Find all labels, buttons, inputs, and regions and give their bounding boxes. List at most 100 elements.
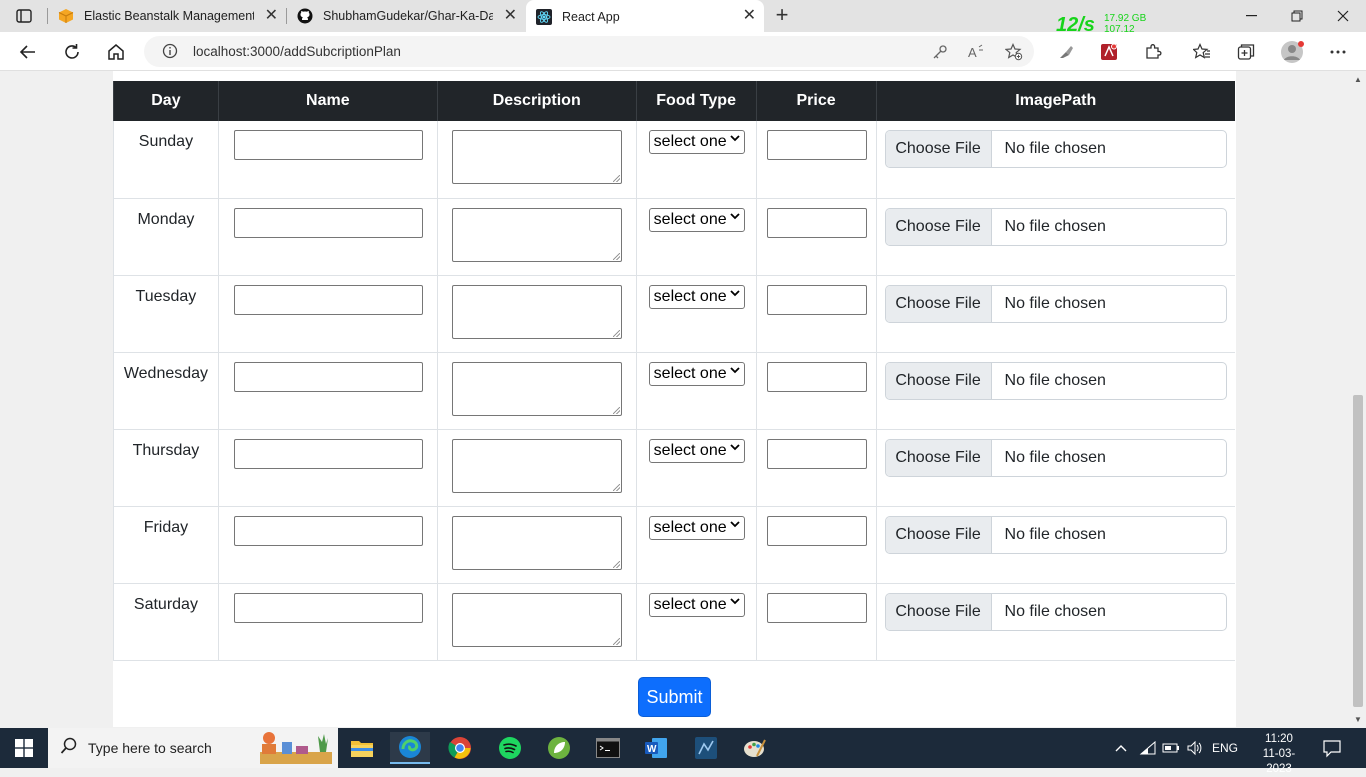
- address-bar[interactable]: localhost:3000/addSubcriptionPlan A: [144, 36, 1034, 67]
- spring-tools-icon[interactable]: [539, 732, 579, 764]
- image-file-input[interactable]: Choose File No file chosen: [884, 592, 1227, 631]
- edge-browser-icon[interactable]: [390, 732, 430, 764]
- volume-icon[interactable]: [1186, 728, 1204, 768]
- price-input[interactable]: [766, 284, 867, 315]
- scroll-up-icon[interactable]: ▲: [1354, 75, 1362, 84]
- word-icon[interactable]: W: [636, 732, 676, 764]
- settings-more-icon[interactable]: [1326, 40, 1350, 64]
- choose-file-button[interactable]: Choose File: [885, 593, 992, 630]
- resize-grip-icon[interactable]: [612, 560, 620, 568]
- resize-grip-icon[interactable]: [612, 329, 620, 337]
- description-textarea[interactable]: [451, 130, 622, 184]
- image-file-input[interactable]: Choose File No file chosen: [884, 207, 1227, 246]
- food-type-select[interactable]: select one: [648, 361, 745, 386]
- favorites-icon[interactable]: [1190, 40, 1214, 64]
- choose-file-button[interactable]: Choose File: [885, 516, 992, 553]
- url-text[interactable]: localhost:3000/addSubcriptionPlan: [193, 44, 401, 59]
- collections-icon[interactable]: [1234, 40, 1258, 64]
- name-input[interactable]: [233, 592, 423, 623]
- close-window-button[interactable]: [1320, 0, 1366, 32]
- spotify-icon[interactable]: [490, 732, 530, 764]
- description-textarea[interactable]: [451, 361, 622, 416]
- description-textarea[interactable]: [451, 284, 622, 339]
- tab-elastic-beanstalk[interactable]: Elastic Beanstalk Management Co ✕: [48, 0, 286, 32]
- close-icon[interactable]: ✕: [743, 8, 756, 24]
- close-icon[interactable]: ✕: [265, 8, 278, 24]
- paint-icon[interactable]: [735, 732, 775, 764]
- description-textarea[interactable]: [451, 515, 622, 570]
- network-icon[interactable]: [1139, 728, 1157, 768]
- profile-avatar[interactable]: [1280, 40, 1304, 64]
- choose-file-button[interactable]: Choose File: [885, 362, 992, 399]
- clock[interactable]: 11:20 11-03-2023: [1254, 732, 1304, 777]
- extension-red-icon[interactable]: [1097, 40, 1121, 64]
- name-input[interactable]: [233, 130, 423, 160]
- language-indicator[interactable]: ENG: [1212, 728, 1238, 768]
- name-input[interactable]: [233, 515, 423, 546]
- price-input[interactable]: [766, 207, 867, 238]
- taskbar-search[interactable]: Type here to search: [48, 728, 338, 768]
- home-button[interactable]: [102, 38, 130, 66]
- show-hidden-icons[interactable]: [1114, 728, 1128, 768]
- submit-button[interactable]: Submit: [638, 677, 711, 717]
- image-file-input[interactable]: Choose File No file chosen: [884, 438, 1227, 477]
- food-type-select[interactable]: select one: [648, 130, 745, 154]
- description-textarea[interactable]: [451, 438, 622, 493]
- favorite-add-icon[interactable]: [1004, 42, 1024, 62]
- choose-file-button[interactable]: Choose File: [885, 285, 992, 322]
- image-file-input[interactable]: Choose File No file chosen: [884, 361, 1227, 400]
- tab-github-repo[interactable]: ShubhamGudekar/Ghar-Ka-Dabb ✕: [287, 0, 525, 32]
- back-button[interactable]: [14, 38, 42, 66]
- refresh-button[interactable]: [58, 38, 86, 66]
- food-type-select[interactable]: select one: [648, 515, 745, 540]
- resize-grip-icon[interactable]: [612, 483, 620, 491]
- choose-file-button[interactable]: Choose File: [885, 208, 992, 245]
- key-icon[interactable]: [930, 42, 950, 62]
- resize-grip-icon[interactable]: [612, 175, 620, 182]
- name-input[interactable]: [233, 438, 423, 469]
- extensions-puzzle-icon[interactable]: [1141, 40, 1165, 64]
- resize-grip-icon[interactable]: [612, 252, 620, 260]
- scroll-down-icon[interactable]: ▼: [1354, 715, 1362, 724]
- image-file-input[interactable]: Choose File No file chosen: [884, 130, 1227, 168]
- extension-brush-icon[interactable]: [1054, 40, 1078, 64]
- close-icon[interactable]: ✕: [504, 8, 517, 24]
- image-file-input[interactable]: Choose File No file chosen: [884, 515, 1227, 554]
- price-input[interactable]: [766, 515, 867, 546]
- choose-file-button[interactable]: Choose File: [885, 131, 992, 167]
- name-input[interactable]: [233, 284, 423, 315]
- choose-file-button[interactable]: Choose File: [885, 439, 992, 476]
- tab-actions-icon[interactable]: [8, 6, 40, 26]
- mysql-workbench-icon[interactable]: [686, 732, 726, 764]
- minimize-button[interactable]: [1228, 0, 1274, 32]
- food-type-select[interactable]: select one: [648, 207, 745, 232]
- tab-react-app[interactable]: React App ✕: [526, 0, 764, 33]
- price-input[interactable]: [766, 361, 867, 392]
- page-scrollbar[interactable]: ▲ ▼: [1350, 71, 1366, 728]
- food-type-select[interactable]: select one: [648, 284, 745, 309]
- chrome-icon[interactable]: [440, 732, 480, 764]
- food-type-select[interactable]: select one: [648, 438, 745, 463]
- price-input[interactable]: [766, 130, 867, 160]
- food-type-select[interactable]: select one: [648, 592, 745, 617]
- start-button[interactable]: [0, 728, 48, 768]
- resize-grip-icon[interactable]: [612, 406, 620, 414]
- restore-button[interactable]: [1274, 0, 1320, 32]
- scrollbar-thumb[interactable]: [1353, 395, 1363, 707]
- info-icon[interactable]: [162, 43, 178, 64]
- description-textarea[interactable]: [451, 592, 622, 647]
- resize-grip-icon[interactable]: [612, 637, 620, 645]
- price-input[interactable]: [766, 592, 867, 623]
- notifications-icon[interactable]: [1322, 738, 1342, 758]
- description-textarea[interactable]: [451, 207, 622, 262]
- read-aloud-icon[interactable]: A: [967, 42, 987, 62]
- battery-icon[interactable]: [1162, 728, 1180, 768]
- new-tab-button[interactable]: +: [770, 4, 794, 28]
- name-input[interactable]: [233, 207, 423, 238]
- clock-date: 11-03-2023: [1262, 748, 1296, 775]
- price-input[interactable]: [766, 438, 867, 469]
- image-file-input[interactable]: Choose File No file chosen: [884, 284, 1227, 323]
- file-explorer-icon[interactable]: [342, 732, 382, 764]
- name-input[interactable]: [233, 361, 423, 392]
- terminal-icon[interactable]: [588, 732, 628, 764]
